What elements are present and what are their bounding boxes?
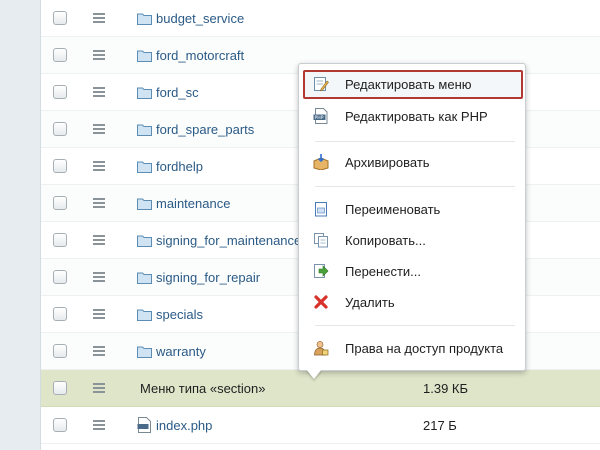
menu-item-rename[interactable]: Переименовать (303, 195, 523, 224)
folder-link[interactable]: specials (156, 307, 203, 322)
menu-item-permissions[interactable]: Права на доступ продукта (303, 334, 523, 363)
row-checkbox[interactable] (53, 196, 67, 210)
folder-icon (137, 272, 152, 284)
folder-link[interactable]: maintenance (156, 196, 230, 211)
menu-separator (315, 186, 515, 187)
archive-icon (313, 154, 329, 170)
row-checkbox[interactable] (53, 381, 67, 395)
folder-link[interactable]: signing_for_repair (156, 270, 260, 285)
row-checkbox[interactable] (53, 307, 67, 321)
menu-item-label: Копировать... (345, 233, 426, 248)
folder-link[interactable]: ford_sc (156, 85, 199, 100)
file-size: 1.39 КБ (423, 381, 469, 396)
permissions-icon (314, 341, 329, 356)
move-icon (314, 264, 329, 278)
menu-item-delete[interactable]: Удалить (303, 288, 523, 317)
drag-handle-icon[interactable] (93, 309, 105, 319)
copy-icon (314, 233, 328, 248)
row-checkbox[interactable] (53, 11, 67, 25)
file-size: 217 Б (423, 418, 457, 433)
menu-separator (315, 141, 515, 142)
row-checkbox[interactable] (53, 418, 67, 432)
rename-icon (315, 202, 327, 217)
folder-icon (137, 124, 152, 136)
folder-icon (137, 13, 152, 25)
menu-item-copy[interactable]: Копировать... (303, 226, 523, 255)
edit-menu-icon (314, 77, 329, 92)
drag-handle-icon[interactable] (93, 235, 105, 245)
drag-handle-icon[interactable] (93, 383, 105, 393)
folder-icon (137, 87, 152, 99)
drag-handle-icon[interactable] (93, 420, 105, 430)
folder-icon (137, 198, 152, 210)
menu-item-label: Удалить (345, 295, 395, 310)
drag-handle-icon[interactable] (93, 198, 105, 208)
drag-handle-icon[interactable] (93, 272, 105, 282)
php-icon: PHP (313, 108, 328, 124)
folder-link[interactable]: budget_service (156, 11, 244, 26)
row-checkbox[interactable] (53, 159, 67, 173)
menu-item-label: Переименовать (345, 202, 441, 217)
delete-icon (314, 295, 328, 309)
menu-item-edit-php[interactable]: PHP Редактировать как PHP (303, 102, 523, 131)
folder-icon (137, 235, 152, 247)
folder-icon (137, 50, 152, 62)
drag-handle-icon[interactable] (93, 50, 105, 60)
drag-handle-icon[interactable] (93, 87, 105, 97)
row-checkbox[interactable] (53, 233, 67, 247)
drag-handle-icon[interactable] (93, 124, 105, 134)
row-checkbox[interactable] (53, 344, 67, 358)
folder-link[interactable]: fordhelp (156, 159, 203, 174)
folder-link[interactable]: warranty (156, 344, 206, 359)
menu-item-label: Редактировать меню (345, 77, 472, 92)
php-file-icon (137, 417, 151, 433)
drag-handle-icon[interactable] (93, 13, 105, 23)
row-checkbox[interactable] (53, 270, 67, 284)
drag-handle-icon[interactable] (93, 346, 105, 356)
menu-item-archive[interactable]: Архивировать (303, 148, 523, 177)
table-row[interactable]: budget_service (41, 0, 600, 37)
folder-icon (137, 346, 152, 358)
table-row[interactable]: index.php 217 Б (41, 407, 600, 444)
context-menu: Редактировать меню PHP Редактировать как… (298, 63, 526, 371)
file-link[interactable]: index.php (156, 418, 212, 433)
menu-item-label: Перенести... (345, 264, 421, 279)
svg-text:PHP: PHP (315, 115, 324, 121)
folder-icon (137, 309, 152, 321)
folder-link[interactable]: ford_motorcraft (156, 48, 244, 63)
menu-item-label: Редактировать как PHP (345, 109, 488, 124)
menu-item-edit-menu[interactable]: Редактировать меню (303, 70, 523, 99)
menu-separator (315, 325, 515, 326)
folder-icon (137, 161, 152, 173)
drag-handle-icon[interactable] (93, 161, 105, 171)
file-name[interactable]: Меню типа «section» (140, 381, 266, 396)
context-menu-pointer (306, 369, 322, 379)
menu-item-move[interactable]: Перенести... (303, 257, 523, 286)
folder-link[interactable]: ford_spare_parts (156, 122, 254, 137)
folder-link[interactable]: signing_for_maintenance (156, 233, 301, 248)
row-checkbox[interactable] (53, 48, 67, 62)
menu-item-label: Права на доступ продукта (345, 341, 504, 356)
menu-item-label: Архивировать (345, 155, 430, 170)
row-checkbox[interactable] (53, 122, 67, 136)
row-checkbox[interactable] (53, 85, 67, 99)
left-gutter (0, 0, 41, 450)
